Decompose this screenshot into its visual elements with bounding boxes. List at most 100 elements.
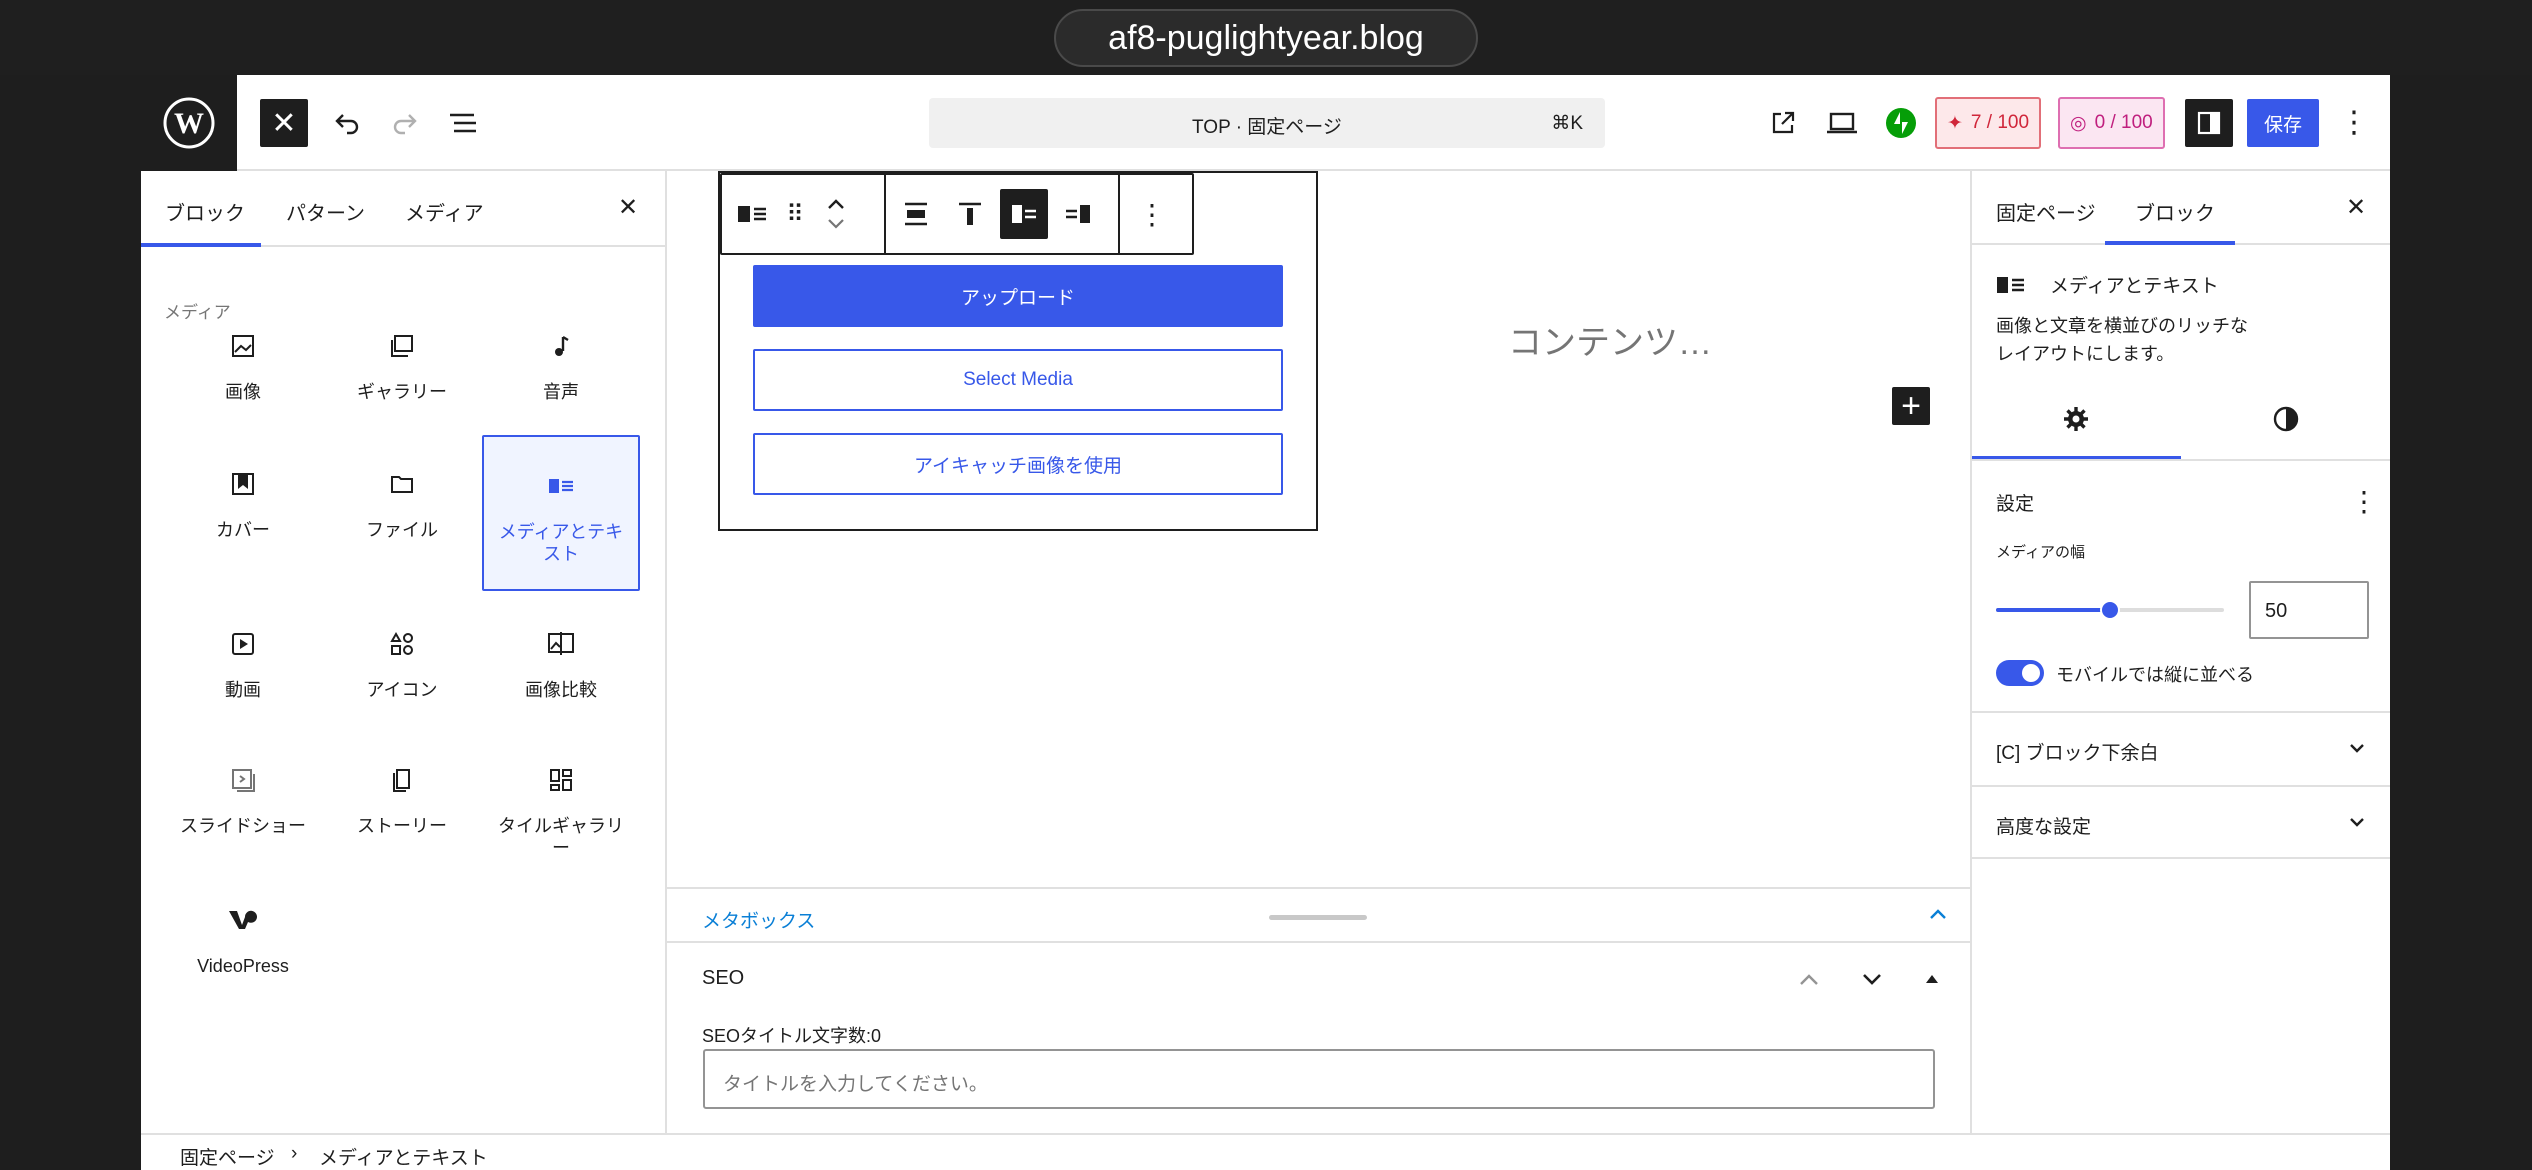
media-left-button[interactable]	[1000, 189, 1048, 239]
videopress-icon	[228, 905, 258, 935]
panel-bottom-margin[interactable]: [C] ブロック下余白	[1972, 711, 2390, 785]
block-item[interactable]: ファイル	[323, 435, 481, 591]
plus-icon: +	[1901, 386, 1921, 425]
block-item[interactable]: 動画	[164, 595, 322, 751]
block-item[interactable]: メディアとテキスト	[482, 435, 640, 591]
stack-on-mobile-toggle[interactable]	[1996, 660, 2044, 686]
icons-icon	[387, 629, 417, 659]
media-width-slider[interactable]	[1996, 600, 2224, 620]
align-wide-button[interactable]	[892, 189, 940, 239]
more-vertical-icon[interactable]: ⋮	[2350, 485, 2378, 518]
block-item[interactable]: アイコン	[323, 595, 481, 751]
video-icon	[228, 629, 258, 659]
seo-metabox: SEO SEOタイトル文字数:0 タイトルを入力してください。	[667, 943, 1970, 1133]
drag-handle[interactable]: ⠿	[778, 189, 814, 239]
add-block-button[interactable]: +	[1892, 387, 1930, 425]
block-item-label: 動画	[225, 680, 261, 700]
close-sidebar-icon[interactable]: ✕	[2346, 193, 2366, 222]
close-icon: ✕	[271, 106, 297, 140]
block-item[interactable]: 画像比較	[482, 595, 640, 751]
collapse-triangle-icon[interactable]	[1925, 973, 1939, 985]
block-type-button[interactable]	[728, 189, 776, 239]
command-palette-bar[interactable]: TOP · 固定ページ ⌘K	[929, 98, 1605, 148]
tab-blocks[interactable]: ブロック	[165, 197, 245, 226]
score-badge-2-text: 0 / 100	[2094, 112, 2153, 133]
editor-canvas: ⠿ ⋮ アップロード Select Media アイキャッチ画像を使用 コンテン…	[667, 171, 1970, 887]
block-item[interactable]: 画像	[164, 297, 322, 453]
block-item-label: スライドショー	[180, 816, 306, 836]
block-item[interactable]: カバー	[164, 435, 322, 591]
browser-chrome: af8-puglightyear.blog	[0, 0, 2532, 75]
resize-handle[interactable]	[1269, 915, 1367, 920]
tab-media[interactable]: メディア	[405, 197, 484, 226]
block-item[interactable]: タイルギャラリー	[482, 731, 640, 887]
media-right-button[interactable]	[1054, 189, 1102, 239]
block-item[interactable]: スライドショー	[164, 731, 322, 887]
block-item[interactable]: ストーリー	[323, 731, 481, 887]
crab-icon: ✦	[1947, 112, 1963, 134]
redo-button[interactable]	[381, 99, 429, 147]
panel-bottom-margin-title: [C] ブロック下余白	[1996, 743, 2159, 764]
move-down-icon[interactable]	[1861, 971, 1883, 987]
chevron-up-down-icon	[828, 199, 844, 229]
block-item[interactable]: 音声	[482, 297, 640, 453]
score-badge-2[interactable]: ◎ 0 / 100	[2058, 97, 2165, 149]
view-page-button[interactable]	[1759, 99, 1807, 147]
select-media-button[interactable]: Select Media	[753, 349, 1283, 411]
close-inserter-button[interactable]: ✕	[260, 99, 308, 147]
metabox-label[interactable]: メタボックス	[702, 906, 815, 933]
device-preview-button[interactable]	[1818, 99, 1866, 147]
breadcrumb-block[interactable]: メディアとテキスト	[319, 1143, 488, 1170]
use-featured-image-button[interactable]: アイキャッチ画像を使用	[753, 433, 1283, 495]
laptop-icon	[1827, 112, 1857, 134]
upload-button[interactable]: アップロード	[753, 265, 1283, 327]
styles-contrast-icon[interactable]	[2272, 405, 2300, 433]
settings-style-tabs	[1972, 381, 2390, 461]
redo-icon	[393, 114, 417, 135]
tab-patterns[interactable]: パターン	[286, 197, 365, 226]
seo-title-count: SEOタイトル文字数:0	[702, 1026, 882, 1046]
save-button[interactable]: 保存	[2247, 99, 2319, 147]
options-button[interactable]: ⋮	[2330, 99, 2378, 147]
block-item[interactable]: ギャラリー	[323, 297, 481, 453]
undo-button[interactable]	[323, 99, 371, 147]
panel-advanced-title: 高度な設定	[1996, 817, 2092, 838]
seo-title-input[interactable]: タイトルを入力してください。	[703, 1049, 1935, 1109]
jetpack-button[interactable]	[1877, 99, 1925, 147]
panel-advanced[interactable]: 高度な設定	[1972, 785, 2390, 859]
block-item[interactable]: VideoPress	[164, 871, 322, 1027]
block-item-label: VideoPress	[197, 956, 289, 976]
block-options-button[interactable]: ⋮	[1128, 189, 1176, 239]
document-overview-button[interactable]	[439, 99, 487, 147]
slider-thumb[interactable]	[2100, 600, 2120, 620]
external-link-icon	[1772, 111, 1795, 134]
settings-sidebar-toggle[interactable]	[2185, 99, 2233, 147]
stack-on-mobile-label: モバイルでは縦に並べる	[2056, 665, 2254, 685]
move-up-icon[interactable]	[1798, 971, 1820, 987]
tab-page[interactable]: 固定ページ	[1996, 197, 2096, 226]
chevron-up-icon[interactable]	[1928, 907, 1948, 921]
wordpress-logo-icon[interactable]: W	[141, 75, 237, 171]
svg-text:W: W	[174, 107, 204, 140]
breadcrumb-page[interactable]: 固定ページ	[180, 1143, 275, 1170]
block-inserter-panel: ブロック パターン メディア ✕ メディア 画像 ギャラリー 音声 カバー ファイル メデ…	[141, 171, 667, 1133]
active-tab-indicator	[141, 243, 261, 247]
vertical-align-button[interactable]	[946, 189, 994, 239]
close-inserter-icon[interactable]: ✕	[618, 193, 638, 222]
media-width-label: メディアの幅	[1996, 544, 2085, 561]
target-icon: ◎	[2070, 112, 2087, 134]
list-view-icon	[450, 113, 476, 133]
url-bar[interactable]: af8-puglightyear.blog	[1054, 9, 1478, 67]
block-item-label: ギャラリー	[357, 382, 447, 402]
block-item-label: 画像比較	[525, 680, 597, 700]
score-badge-1[interactable]: ✦ 7 / 100	[1935, 97, 2042, 149]
media-width-input[interactable]: 50	[2249, 581, 2369, 639]
undo-icon	[335, 114, 359, 135]
command-shortcut: ⌘K	[1551, 113, 1583, 134]
tab-block[interactable]: ブロック	[2135, 197, 2215, 226]
jetpack-icon	[1886, 108, 1916, 138]
tiled-gallery-icon	[546, 765, 576, 795]
content-placeholder[interactable]: コンテンツ…	[1508, 315, 1712, 364]
gear-icon[interactable]	[2062, 405, 2090, 433]
move-up-down[interactable]	[816, 189, 856, 239]
